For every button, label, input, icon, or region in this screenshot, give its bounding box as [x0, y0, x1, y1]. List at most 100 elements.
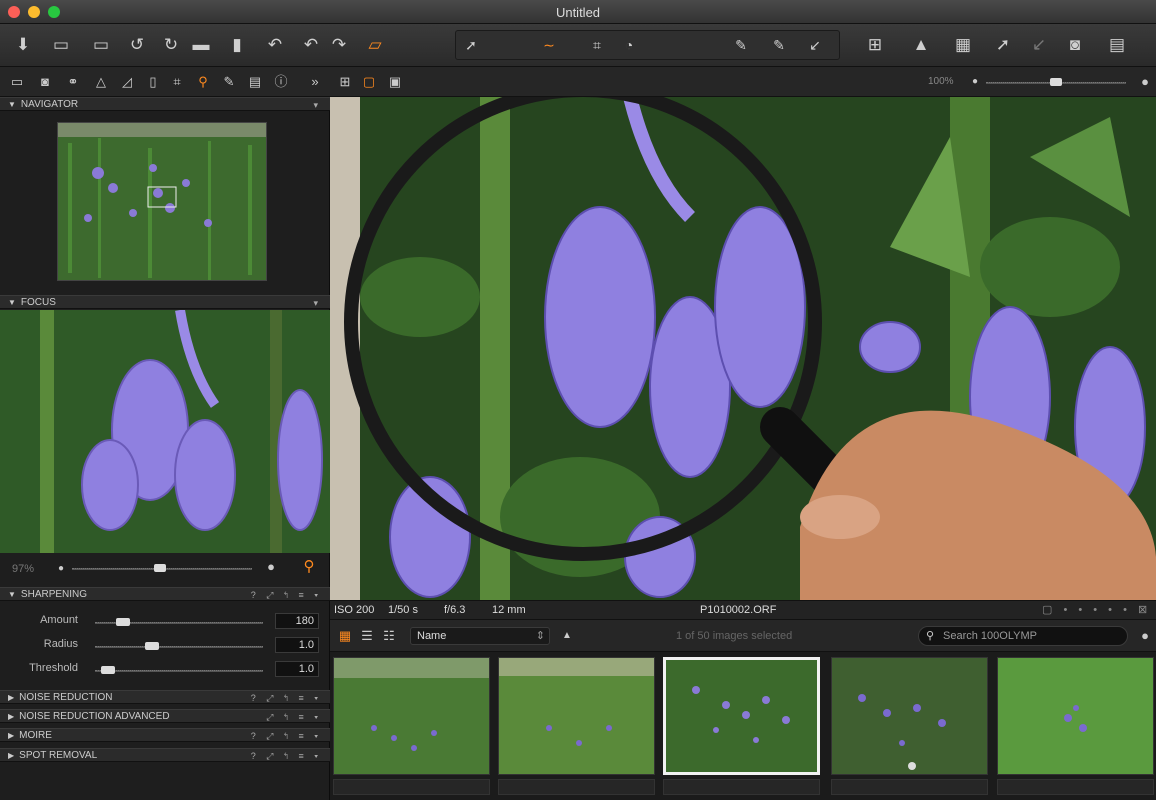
moire-header[interactable]: ▶ MOIRE ? ⤢ ↰ ≡ ▾ — [0, 728, 330, 742]
rating-dots[interactable]: ▢ • • • • • — [1042, 601, 1131, 619]
crop-tab-icon[interactable]: ⌗ — [168, 73, 186, 91]
thumbnail-item[interactable] — [831, 657, 988, 775]
details-tab-icon[interactable]: ⚲ — [194, 73, 212, 91]
pan-icon[interactable]: ∼ — [536, 33, 562, 57]
thumbnail-item[interactable] — [498, 657, 655, 775]
focus-header[interactable]: ▼ FOCUS ▾ — [0, 295, 330, 309]
color-tab-icon[interactable]: ⚭ — [64, 73, 82, 91]
undo-all-icon[interactable]: ↶ — [262, 33, 288, 57]
thumbnail-footer — [831, 779, 988, 795]
threshold-knob[interactable] — [101, 666, 115, 674]
undo-icon[interactable]: ↶ — [298, 33, 324, 57]
list-view-icon[interactable]: ☰ — [358, 627, 376, 645]
pin-tab-icon[interactable]: ▯ — [144, 73, 162, 91]
search-placeholder: Search 100OLYMP — [943, 630, 1037, 642]
overlay-icon[interactable]: ▦ — [950, 33, 976, 57]
threshold-slider[interactable] — [95, 670, 263, 672]
print-icon[interactable]: ▤ — [1104, 33, 1130, 57]
thumbnail-item[interactable] — [997, 657, 1154, 775]
layers-icon[interactable]: ▱ — [362, 33, 388, 57]
local-adjust-tab-icon[interactable]: ✎ — [220, 73, 238, 91]
redo-icon[interactable]: ↷ — [326, 33, 352, 57]
navigator-thumbnail[interactable] — [57, 122, 267, 281]
amount-label: Amount — [40, 614, 78, 626]
panel-menu-icon[interactable]: ▾ — [313, 98, 322, 112]
trash-icon[interactable]: ▮ — [224, 33, 250, 57]
single-view-icon[interactable]: ▢ — [360, 73, 378, 91]
amount-value[interactable]: 180 — [275, 613, 319, 629]
warning-icon[interactable]: ▲ — [908, 33, 934, 57]
large-person-icon: ● — [1141, 74, 1149, 89]
proof-view-icon[interactable]: ▣ — [386, 73, 404, 91]
radius-knob[interactable] — [145, 642, 159, 650]
erase-icon[interactable]: ↙ — [802, 33, 828, 57]
sort-select[interactable]: Name ⇕ — [410, 627, 550, 645]
color-tag-icon[interactable]: ⊠ — [1138, 601, 1147, 619]
noise-reduction-header[interactable]: ▶ NOISE REDUCTION ? ⤢ ↰ ≡ ▾ — [0, 690, 330, 704]
arrow-down-left-icon[interactable]: ↙ — [1026, 33, 1052, 57]
info-tab-icon[interactable]: ⓘ — [272, 73, 290, 91]
brush-icon[interactable]: ✎ — [766, 33, 792, 57]
main-toolbar: ⬇ ▭ ▭ ↺ ↻ ▬ ▮ ↶ ↶ ↷ ▱ ➚ ∼ ⌗ ◔ ✎ ✎ ↙ ⊞ ▲ … — [0, 24, 1156, 67]
radius-value[interactable]: 1.0 — [275, 637, 319, 653]
thumbnail-item[interactable] — [333, 657, 490, 775]
aperture-value: f/6.3 — [444, 604, 466, 616]
focus-title: FOCUS — [20, 297, 56, 308]
viewer-zoom-knob[interactable] — [1050, 78, 1062, 86]
search-icon: ⚲ — [926, 630, 935, 642]
library-tab-icon[interactable]: ▭ — [8, 73, 26, 91]
search-input[interactable]: ⚲ Search 100OLYMP — [918, 626, 1128, 646]
spot-removal-header[interactable]: ▶ SPOT REMOVAL ? ⤢ ↰ ≡ ▾ — [0, 748, 330, 762]
selection-count: 1 of 50 images selected — [676, 630, 793, 642]
grid-icon[interactable]: ⊞ — [862, 33, 888, 57]
navigator-header[interactable]: ▼ NAVIGATOR ▾ — [0, 97, 330, 111]
arrow-up-right-icon[interactable]: ➚ — [990, 33, 1016, 57]
section-controls[interactable]: ⤢ ↰ ≡ ▾ — [266, 710, 322, 724]
radius-label: Radius — [43, 638, 78, 650]
rotate-left-icon[interactable]: ↺ — [124, 33, 150, 57]
folder-icon[interactable]: ▬ — [188, 33, 214, 57]
import-icon[interactable]: ⬇ — [10, 33, 36, 57]
metadata-tab-icon[interactable]: ▤ — [246, 73, 264, 91]
small-person-icon: ● — [971, 76, 979, 87]
more-tabs-icon[interactable]: » — [306, 73, 324, 91]
capture-tab-icon[interactable]: ◙ — [36, 73, 54, 91]
section-controls[interactable]: ? ⤢ ↰ ≡ ▾ — [251, 588, 322, 602]
loupe-icon[interactable]: ⚲ — [300, 558, 318, 576]
section-controls[interactable]: ? ⤢ ↰ ≡ ▾ — [251, 729, 322, 743]
grid-view-icon[interactable]: ▦ — [336, 627, 354, 645]
focus-zoom-label: 97% — [12, 563, 35, 575]
rotate-right-icon[interactable]: ↻ — [158, 33, 184, 57]
user-icon[interactable]: ● — [1136, 627, 1154, 645]
sharpening-header[interactable]: ▼ SHARPENING ? ⤢ ↰ ≡ ▾ — [0, 587, 330, 601]
rotate-tool-icon[interactable]: ◔ — [616, 33, 642, 57]
picker-icon[interactable]: ✎ — [728, 33, 754, 57]
radius-slider[interactable] — [95, 646, 263, 648]
large-person-icon: ● — [267, 559, 275, 574]
focus-preview — [0, 310, 330, 553]
cursor-tools-bar: ➚ ∼ ⌗ ◔ ✎ ✎ ↙ — [455, 30, 840, 60]
threshold-value[interactable]: 1.0 — [275, 661, 319, 677]
sort-direction-icon[interactable]: ▲ — [558, 627, 576, 645]
panel-menu-icon[interactable]: ▾ — [313, 296, 322, 310]
crop-tool-icon[interactable]: ⌗ — [584, 33, 610, 57]
thumbnail-item-selected[interactable] — [663, 657, 820, 775]
filename: P1010002.ORF — [700, 604, 777, 616]
noise-reduction-advanced-header[interactable]: ▶ NOISE REDUCTION ADVANCED ⤢ ↰ ≡ ▾ — [0, 709, 330, 723]
amount-knob[interactable] — [116, 618, 130, 626]
multi-view-icon[interactable]: ⊞ — [336, 73, 354, 91]
focus-zoom-knob[interactable] — [154, 564, 166, 572]
main-viewer[interactable] — [330, 97, 1156, 600]
title-bar: Untitled — [0, 0, 1156, 24]
section-controls[interactable]: ? ⤢ ↰ ≡ ▾ — [251, 749, 322, 763]
section-controls[interactable]: ? ⤢ ↰ ≡ ▾ — [251, 691, 322, 705]
viewer-toolbar: ⊞ ▢ ▣ 100% ● ● — [330, 67, 1156, 97]
pointer-icon[interactable]: ➚ — [458, 33, 484, 57]
camera-icon[interactable]: ◙ — [1062, 33, 1088, 57]
capture-icon[interactable]: ▭ — [48, 33, 74, 57]
exposure-tab-icon[interactable]: △ — [92, 73, 110, 91]
section-label: MOIRE — [19, 730, 52, 741]
filmstrip-view-icon[interactable]: ☷ — [380, 627, 398, 645]
export-icon[interactable]: ▭ — [88, 33, 114, 57]
lens-tab-icon[interactable]: ◿ — [118, 73, 136, 91]
